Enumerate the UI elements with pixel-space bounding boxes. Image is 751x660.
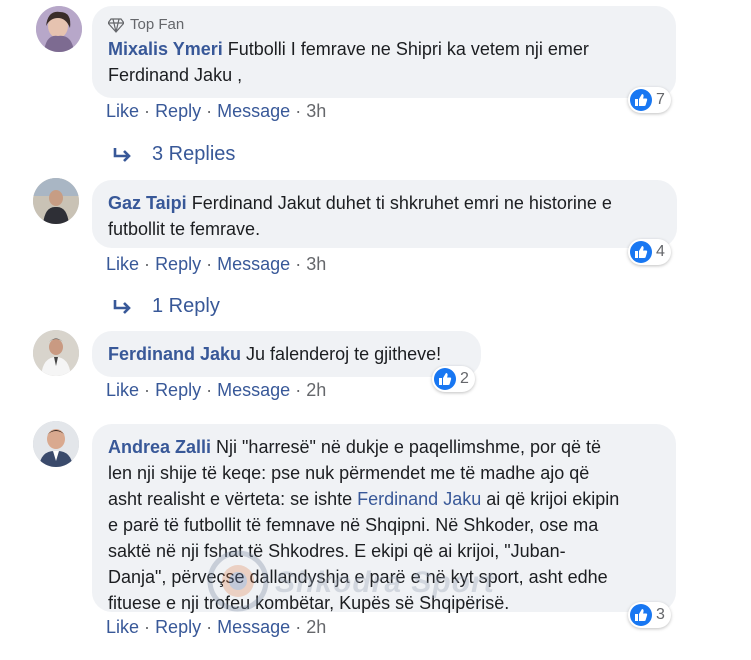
like-button[interactable]: Like — [106, 380, 139, 400]
comment-actions: Like · Reply · Message · 3h — [106, 254, 326, 275]
separator: · — [144, 254, 151, 274]
comment-text-line: Ferdinand Jaku , — [108, 65, 243, 85]
mention-link[interactable]: Ferdinand Jaku — [357, 489, 481, 509]
comment-bubble: Top Fan Mixalis Ymeri Futbolli I femrave… — [92, 6, 676, 98]
comment-text-line: saktë në nji fshat të Shkodres. E ekipi … — [108, 541, 566, 561]
comment-text-line: Ferdinand Jakut duhet ti shkruhet emri n… — [191, 193, 612, 213]
like-reaction-icon — [630, 604, 652, 626]
timestamp[interactable]: 3h — [306, 254, 326, 274]
comment-text-line: e parë të futbollit të femnave në Shqipn… — [108, 515, 599, 535]
avatar-image — [33, 178, 79, 224]
view-replies-link[interactable]: 1 Reply — [112, 295, 220, 318]
reaction-count[interactable]: 2 — [432, 366, 475, 392]
comment-actions: Like · Reply · Message · 2h — [106, 380, 326, 401]
like-reaction-icon — [630, 241, 652, 263]
timestamp[interactable]: 3h — [306, 101, 326, 121]
message-button[interactable]: Message — [217, 380, 290, 400]
message-button[interactable]: Message — [217, 254, 290, 274]
comment-text-line: Ju falenderoj te gjitheve! — [246, 344, 442, 364]
reply-arrow-icon — [113, 147, 131, 162]
comment-author[interactable]: Ferdinand Jaku — [108, 344, 241, 364]
comment-bubble: Gaz Taipi Ferdinand Jakut duhet ti shkru… — [92, 180, 677, 248]
separator: · — [295, 254, 302, 274]
reply-button[interactable]: Reply — [155, 380, 201, 400]
top-fan-badge: Top Fan — [108, 16, 660, 34]
comment-actions: Like · Reply · Message · 3h — [106, 101, 326, 122]
avatar-image — [36, 6, 82, 52]
like-button[interactable]: Like — [106, 617, 139, 637]
separator: · — [206, 380, 213, 400]
reply-button[interactable]: Reply — [155, 617, 201, 637]
avatar[interactable] — [33, 178, 79, 224]
message-button[interactable]: Message — [217, 617, 290, 637]
comment-bubble: Andrea Zalli Nji "harresë" në dukje e pa… — [92, 424, 676, 613]
reaction-count[interactable]: 3 — [628, 602, 671, 628]
separator: · — [295, 617, 302, 637]
comment-text-line: Futbolli I femrave ne Shipri ka vetem nj… — [227, 39, 589, 59]
reply-arrow-icon — [113, 299, 131, 314]
separator: · — [206, 101, 213, 121]
comment-text-line: Danja", përveçse dallandyshja e parë e n… — [108, 567, 608, 587]
avatar-image — [33, 421, 79, 467]
comment-text-line: len nji shije të keqe: pse nuk përmendet… — [108, 463, 590, 483]
timestamp[interactable]: 2h — [306, 617, 326, 637]
comment-text-line: futbollit te femrave. — [108, 219, 261, 239]
timestamp[interactable]: 2h — [306, 380, 326, 400]
message-button[interactable]: Message — [217, 101, 290, 121]
reaction-count[interactable]: 4 — [628, 239, 671, 265]
avatar[interactable] — [33, 330, 79, 376]
comment-actions: Like · Reply · Message · 2h — [106, 617, 326, 638]
like-button[interactable]: Like — [106, 254, 139, 274]
diamond-icon — [108, 18, 124, 33]
comment-text-line: asht realisht e vërteta: se ishte — [108, 489, 358, 509]
separator: · — [206, 254, 213, 274]
reply-button[interactable]: Reply — [155, 254, 201, 274]
like-button[interactable]: Like — [106, 101, 139, 121]
separator: · — [144, 101, 151, 121]
reaction-number: 3 — [656, 606, 665, 623]
separator: · — [295, 380, 302, 400]
separator: · — [144, 380, 151, 400]
comment-text-line: ai që krijoi ekipin — [481, 489, 620, 509]
badge-label: Top Fan — [130, 16, 185, 33]
like-reaction-icon — [434, 368, 456, 390]
replies-label: 1 Reply — [152, 295, 220, 317]
reaction-number: 2 — [460, 370, 469, 387]
comment-text-line: fituese e nji trofeu kombëtar, Kupës së … — [108, 593, 510, 613]
comment-bubble: Ferdinand Jaku Ju falenderoj te gjitheve… — [92, 331, 481, 377]
separator: · — [144, 617, 151, 637]
comment-text-line: Nji "harresë" në dukje e paqellimshme, p… — [216, 437, 602, 457]
comment-author[interactable]: Andrea Zalli — [108, 437, 211, 457]
view-replies-link[interactable]: 3 Replies — [112, 143, 235, 166]
replies-label: 3 Replies — [152, 143, 236, 165]
separator: · — [295, 101, 302, 121]
avatar[interactable] — [33, 421, 79, 467]
avatar-image — [33, 330, 79, 376]
separator: · — [206, 617, 213, 637]
avatar[interactable] — [36, 6, 82, 52]
comment-author[interactable]: Gaz Taipi — [108, 193, 187, 213]
comment-author[interactable]: Mixalis Ymeri — [108, 39, 223, 59]
reaction-count[interactable]: 7 — [628, 87, 671, 113]
reply-button[interactable]: Reply — [155, 101, 201, 121]
reaction-number: 7 — [656, 91, 665, 108]
like-reaction-icon — [630, 89, 652, 111]
reaction-number: 4 — [656, 243, 665, 260]
